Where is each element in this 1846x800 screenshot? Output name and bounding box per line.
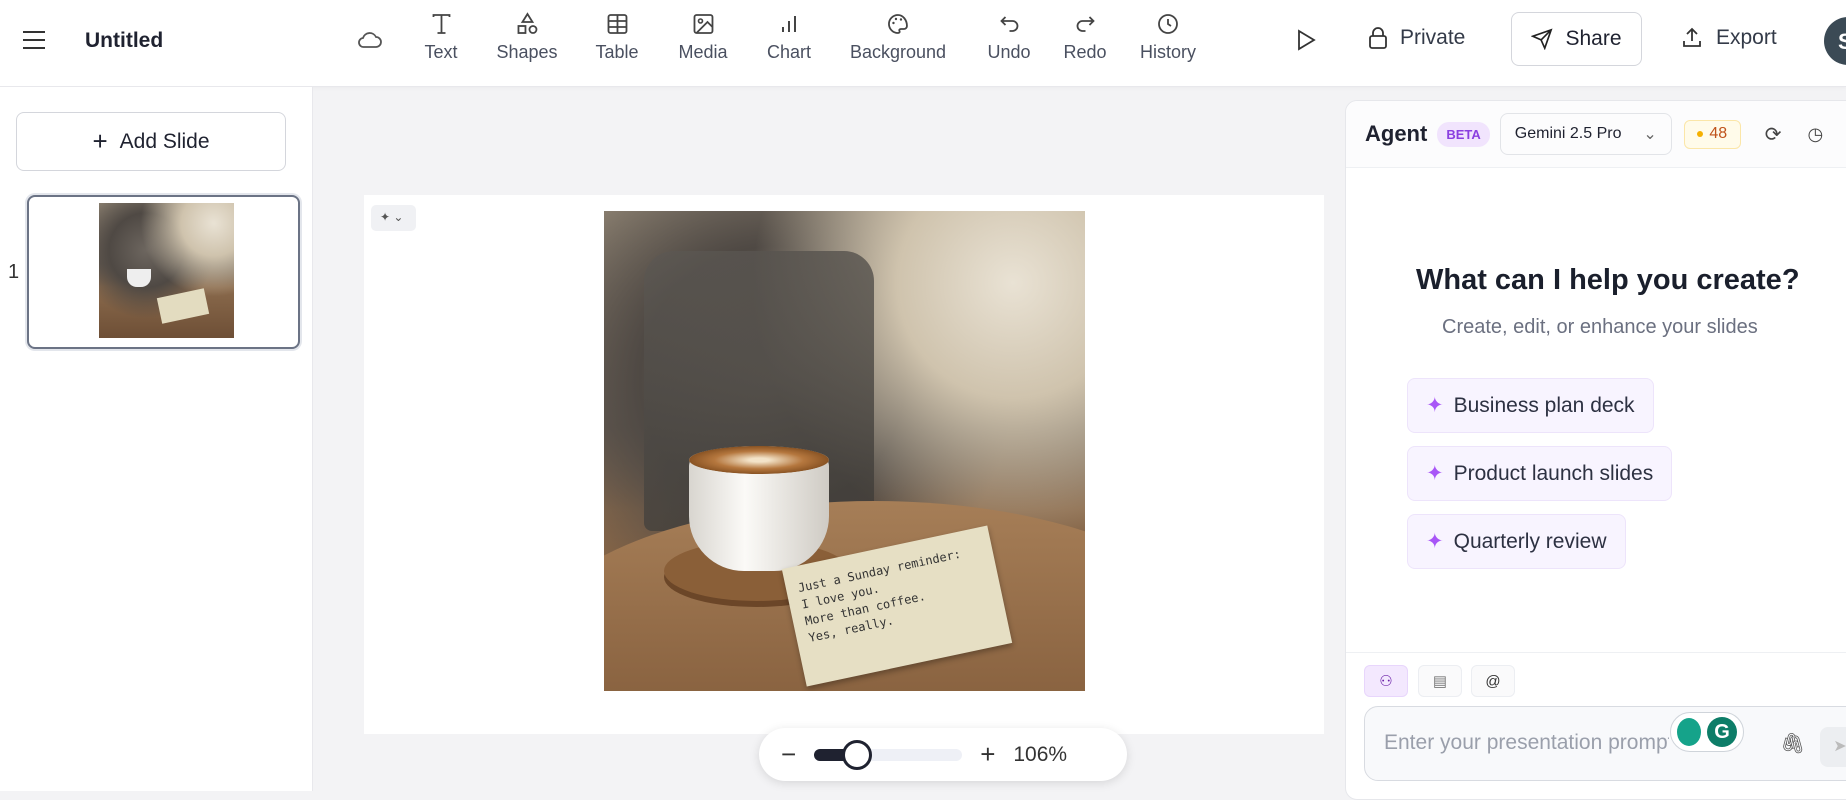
tool-label: Chart [766,42,812,62]
top-toolbar: Untitled Text Shapes Table Media Chart B… [0,0,1846,87]
suggestion-chip[interactable]: ✦ Business plan deck [1407,378,1654,433]
prompt-input[interactable]: Enter your presentation prompt G 🖇 ➤ [1364,706,1846,781]
private-label: Private [1400,26,1466,49]
add-slide-button[interactable]: + Add Slide [16,112,286,171]
zoom-slider-thumb[interactable] [842,739,873,770]
suggestion-chip[interactable]: ✦ Quarterly review [1407,514,1626,569]
grammarly-widget[interactable]: G [1670,712,1744,752]
credits-badge: 48 [1683,119,1741,149]
tool-undo[interactable]: Undo [987,12,1031,63]
tool-label: Table [595,42,639,62]
mention-button[interactable]: @ [1471,665,1515,697]
beta-badge: BETA [1437,121,1490,147]
menu-icon[interactable] [22,30,46,55]
suggestion-label: Product launch slides [1453,461,1654,485]
suggestion-label: Business plan deck [1453,393,1635,417]
tool-media[interactable]: Media [678,12,728,63]
play-button[interactable] [1295,28,1317,57]
send-button[interactable]: ➤ [1820,727,1846,767]
tool-background[interactable]: Background [850,12,946,63]
document-title[interactable]: Untitled [85,29,163,53]
export-label: Export [1716,26,1777,49]
shapes-icon [517,12,537,34]
grammarly-icon: G [1707,717,1737,747]
credits-dot [1697,131,1704,137]
share-label: Share [1565,27,1622,50]
slide-number: 1 [8,261,20,283]
sparkle-icon: ✦ [1426,462,1444,485]
latte [689,446,829,474]
tool-label: Undo [987,42,1031,62]
plus-icon: + [92,126,108,156]
credits-value: 48 [1709,125,1728,142]
tool-label: Background [849,42,947,62]
private-button[interactable]: Private [1368,26,1465,50]
tool-label: Redo [1063,42,1107,62]
paperclip-icon[interactable]: 🖇 [1780,731,1805,756]
model-value: Gemini 2.5 Pro [1514,125,1622,142]
model-select[interactable]: Gemini 2.5 Pro ⌄ [1499,113,1672,155]
sparkle-icon: ✦ [1426,530,1444,553]
palette-icon [888,14,908,34]
zoom-value: 106% [1013,742,1068,766]
clock-icon [1158,14,1178,34]
zoom-in-button[interactable]: + [980,739,995,770]
refresh-icon[interactable]: ⟳ [1765,122,1782,147]
tool-shapes[interactable]: Shapes [496,12,558,63]
lightbulb-icon [1677,718,1701,746]
tool-text[interactable]: Text [424,12,458,63]
tool-redo[interactable]: Redo [1063,12,1107,63]
zoom-control: − + 106% [759,728,1127,781]
tool-label: Media [678,42,728,62]
tool-table[interactable]: Table [595,12,639,63]
suggestion-chip[interactable]: ✦ Product launch slides [1407,446,1673,501]
brain-mode-button[interactable]: ⚇ [1364,665,1408,697]
agent-panel: Agent BETA Gemini 2.5 Pro ⌄ 48 ⟳ ◷ What c… [1345,100,1846,800]
chart-icon [781,16,796,32]
avatar[interactable]: S [1824,17,1846,65]
lock-icon [1369,27,1387,49]
tool-label: History [1139,42,1197,62]
ai-magic-button[interactable]: ✦ ⌄ [371,205,416,231]
agent-heading: What can I help you create? [1416,264,1800,296]
agent-title: Agent [1365,121,1428,146]
upload-icon [1683,27,1701,47]
add-slide-label: Add Slide [119,129,210,153]
divider [1346,652,1846,653]
undo-icon [999,16,1018,32]
document-icon[interactable]: ▤ [1418,665,1462,697]
export-button[interactable]: Export [1680,26,1777,50]
cloud-save-icon [357,28,383,55]
text-icon [432,14,450,34]
tool-label: Text [424,42,458,62]
coffee-image[interactable]: Just a Sunday reminder: I love you. More… [604,211,1085,691]
agent-header: Agent BETA Gemini 2.5 Pro ⌄ 48 ⟳ ◷ [1346,101,1846,168]
play-icon [1298,29,1316,51]
suggestion-label: Quarterly review [1453,529,1607,553]
tool-chart[interactable]: Chart [767,12,811,63]
sparkle-icon: ✦ [1426,394,1444,417]
slide-canvas[interactable]: ✦ ⌄ Just a Sunday reminder: I love you. … [364,195,1324,734]
history-icon[interactable]: ◷ [1808,124,1824,145]
chevron-down-icon: ⌄ [1643,126,1657,143]
zoom-slider[interactable] [814,739,963,770]
slides-panel: + Add Slide 1 [0,87,313,791]
send-icon [1531,28,1553,50]
table-icon [607,14,627,34]
redo-icon [1076,16,1095,32]
prompt-placeholder: Enter your presentation prompt [1384,731,1669,754]
image-icon [693,14,713,34]
share-button[interactable]: Share [1511,12,1642,66]
zoom-out-button[interactable]: − [781,739,796,770]
thumbnail-image [99,203,234,338]
agent-subheading: Create, edit, or enhance your slides [1442,316,1758,338]
tool-label: Shapes [496,42,558,62]
slide-thumbnail-1[interactable] [27,195,300,349]
tool-history[interactable]: History [1140,12,1196,63]
